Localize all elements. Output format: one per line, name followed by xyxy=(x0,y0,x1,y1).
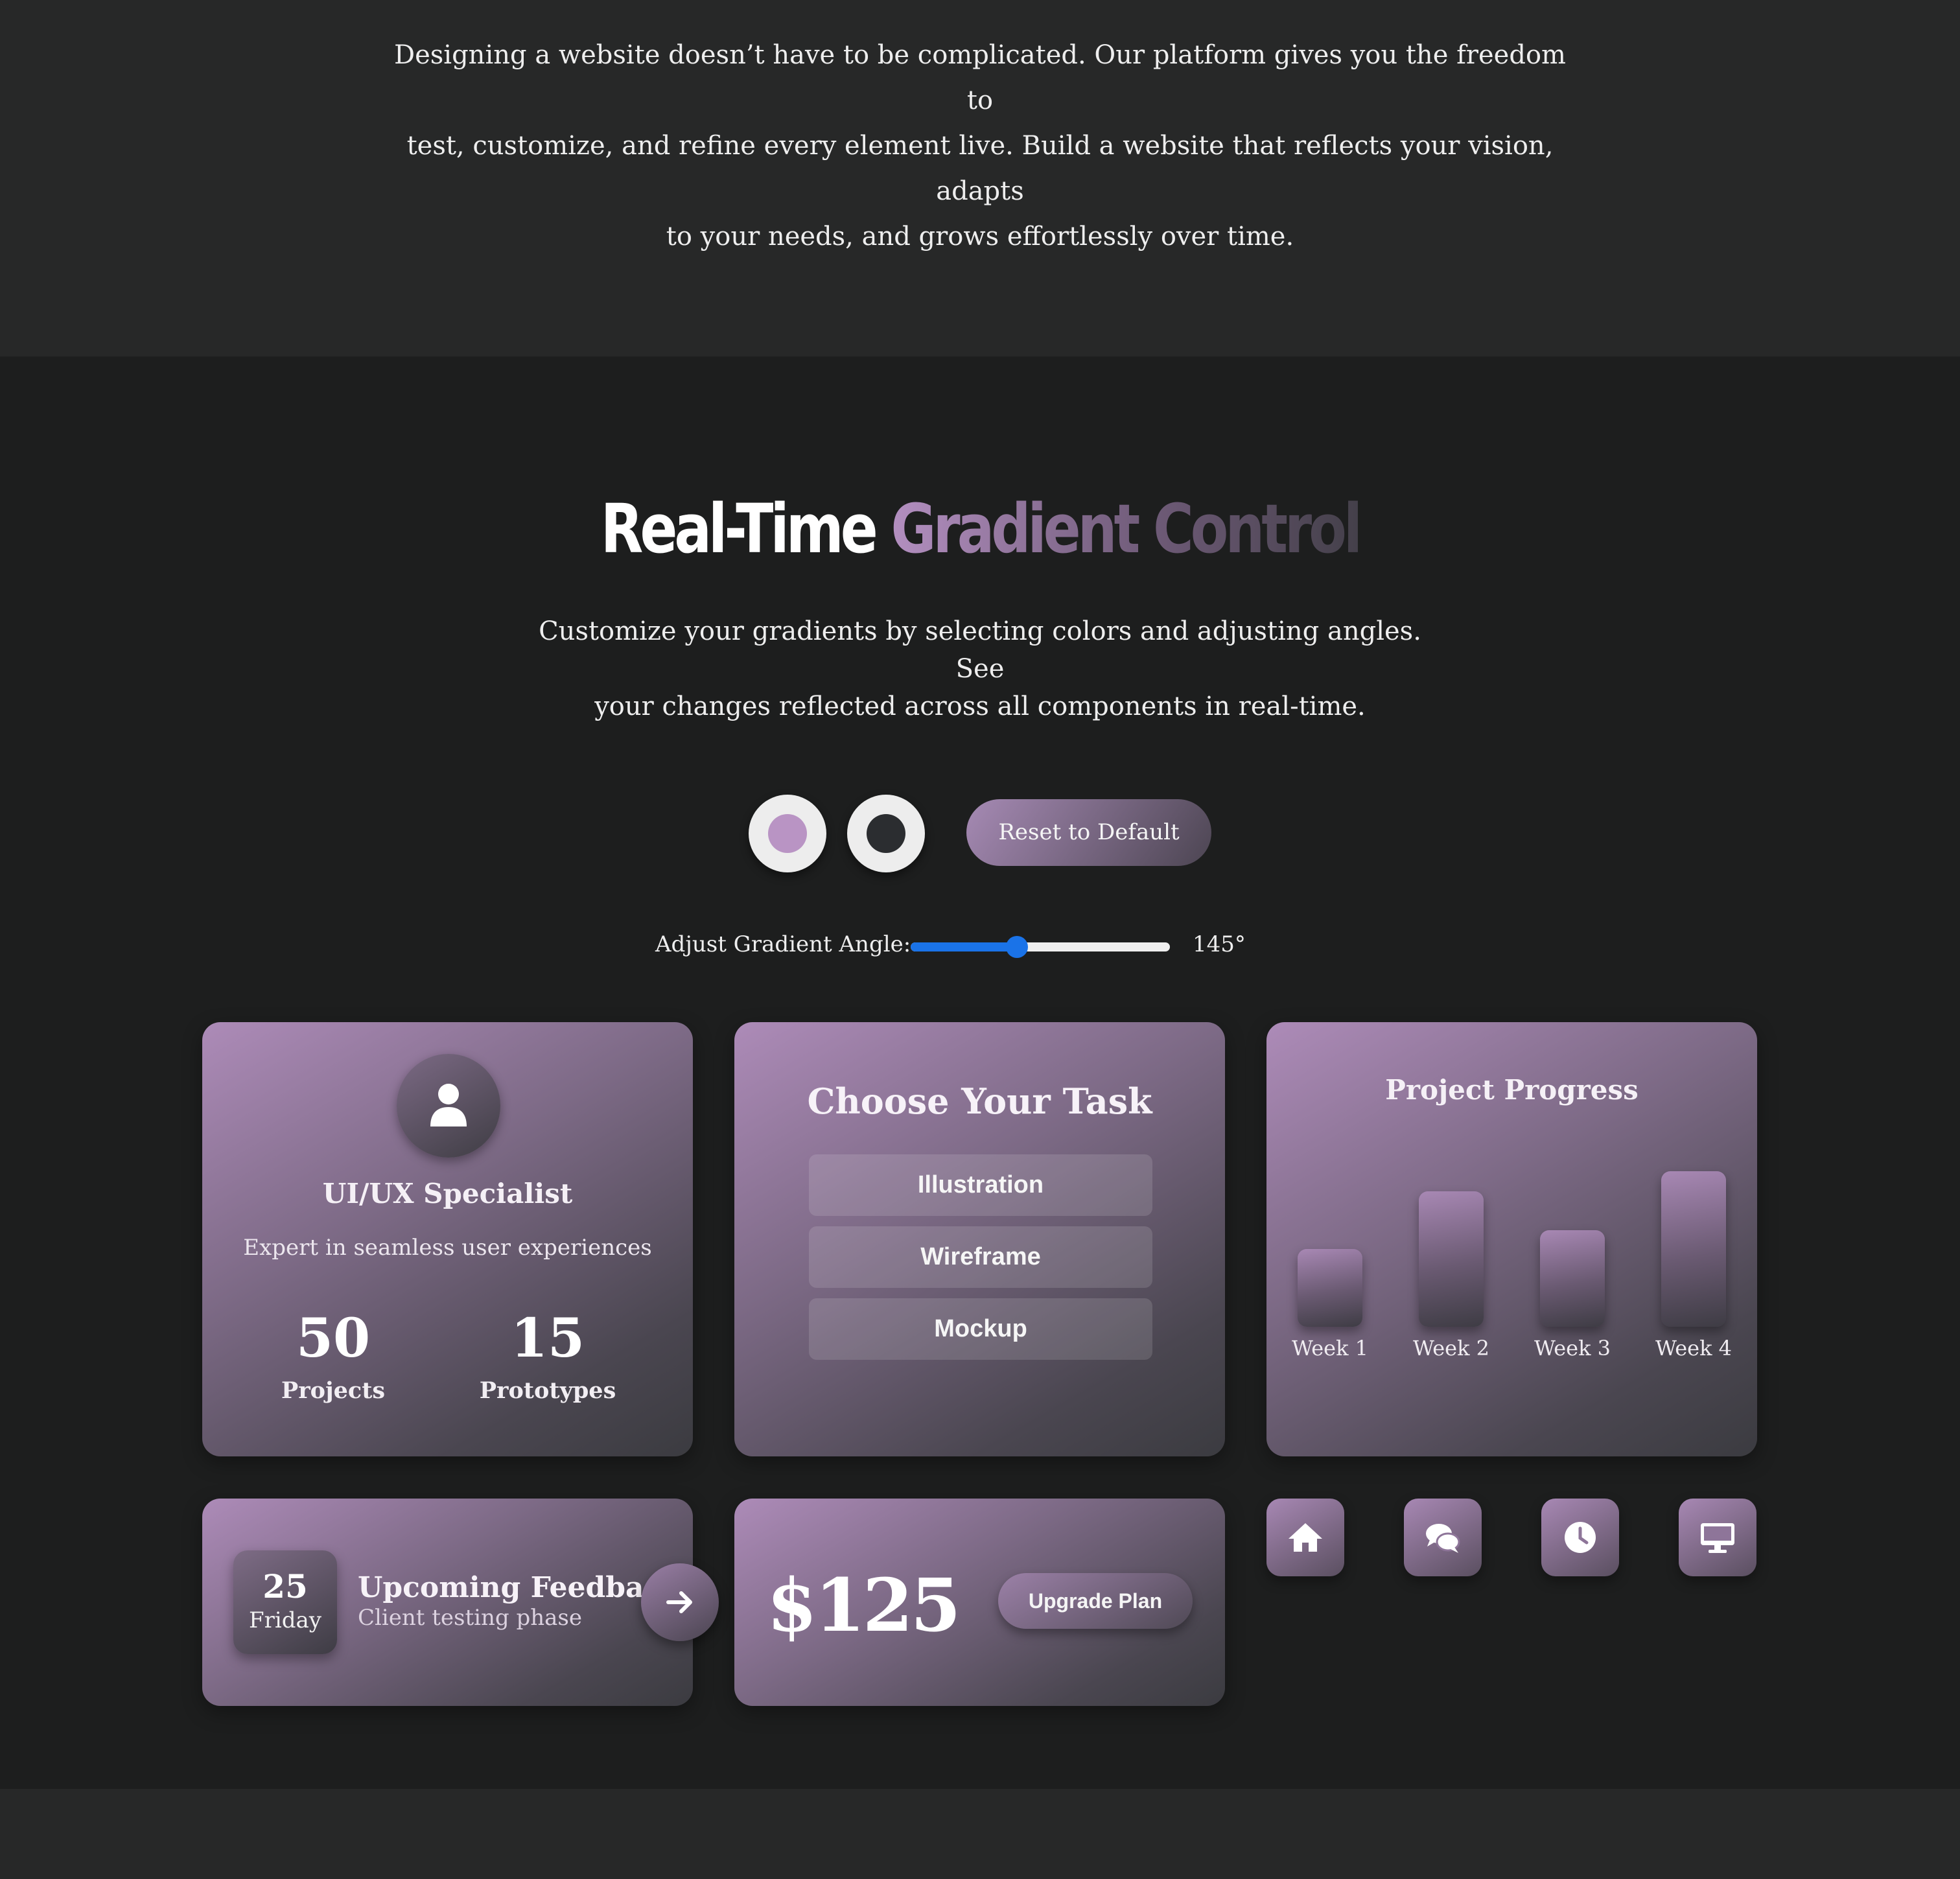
user-icon xyxy=(430,1084,467,1126)
week-3-label: Week 3 xyxy=(1534,1336,1611,1360)
progress-bar-week-1 xyxy=(1298,1249,1362,1327)
profile-role: UI/UX Specialist xyxy=(322,1178,573,1209)
date-day: 25 xyxy=(262,1567,308,1605)
week-1-label: Week 1 xyxy=(1291,1336,1369,1360)
upgrade-plan-button[interactable]: Upgrade Plan xyxy=(998,1573,1193,1629)
slider-thumb[interactable] xyxy=(1006,936,1028,958)
week-2-label: Week 2 xyxy=(1412,1336,1490,1360)
stat-projects-label: Projects xyxy=(281,1377,386,1404)
home-button[interactable] xyxy=(1266,1499,1344,1576)
feedback-title: Upcoming Feedback xyxy=(358,1571,681,1604)
color-picker-1[interactable] xyxy=(749,795,826,872)
stat-projects-value: 50 xyxy=(296,1307,371,1370)
section-title: Real-Time Gradient Control xyxy=(176,489,1784,568)
angle-label: Adjust Gradient Angle: xyxy=(655,931,911,957)
progress-bar-week-2 xyxy=(1419,1191,1484,1327)
intro-line-1: Designing a website doesn’t have to be c… xyxy=(394,40,1566,115)
date-weekday: Friday xyxy=(249,1607,321,1633)
feedback-card: 25 Friday Upcoming Feedback Client testi… xyxy=(202,1499,719,1706)
arrow-right-icon xyxy=(666,1591,692,1613)
footer-band xyxy=(0,1789,1960,1879)
week-4-label: Week 4 xyxy=(1655,1336,1732,1360)
task-option-wireframe[interactable]: Wireframe xyxy=(809,1226,1152,1288)
feedback-subtitle: Client testing phase xyxy=(358,1605,582,1631)
clock-button[interactable] xyxy=(1541,1499,1619,1576)
chat-button[interactable] xyxy=(1404,1499,1482,1576)
task-option-illustration[interactable]: Illustration xyxy=(809,1154,1152,1216)
color-swatch-1 xyxy=(768,814,807,853)
reset-default-button[interactable]: Reset to Default xyxy=(966,799,1211,866)
intro-text: Designing a website doesn’t have to be c… xyxy=(389,32,1571,259)
intro-line-2: test, customize, and refine every elemen… xyxy=(406,131,1554,206)
task-card: Choose Your Task Illustration Wireframe … xyxy=(734,1022,1225,1456)
section-subtitle: Customize your gradients by selecting co… xyxy=(519,613,1441,725)
home-icon xyxy=(1289,1523,1322,1552)
color-picker-2[interactable] xyxy=(847,795,925,872)
avatar xyxy=(397,1054,500,1158)
intro-section: Designing a website doesn’t have to be c… xyxy=(0,0,1960,356)
subtitle-line-2: your changes reflected across all compon… xyxy=(594,692,1366,721)
color-swatch-2 xyxy=(867,814,905,853)
progress-bar-week-4 xyxy=(1661,1171,1726,1327)
price-value: $125 xyxy=(767,1563,961,1648)
chat-icon xyxy=(1426,1524,1460,1553)
title-gradient: Gradient Control xyxy=(891,489,1363,568)
angle-slider[interactable] xyxy=(911,936,1170,958)
feedback-go-button[interactable] xyxy=(641,1563,719,1641)
progress-bar-week-3 xyxy=(1540,1230,1605,1327)
task-card-title: Choose Your Task xyxy=(807,1080,1152,1122)
date-badge: 25 Friday xyxy=(233,1550,337,1654)
stat-prototypes-label: Prototypes xyxy=(479,1377,616,1404)
desktop-icon xyxy=(1701,1523,1734,1553)
pricing-card: $125 Upgrade Plan xyxy=(734,1499,1225,1706)
angle-value: 145° xyxy=(1193,931,1246,957)
task-option-mockup[interactable]: Mockup xyxy=(809,1298,1152,1360)
title-plain: Real-Time xyxy=(600,489,878,568)
intro-line-3: to your needs, and grows effortlessly ov… xyxy=(666,222,1294,251)
subtitle-line-1: Customize your gradients by selecting co… xyxy=(539,616,1421,684)
stat-prototypes-value: 15 xyxy=(510,1307,585,1370)
desktop-button[interactable] xyxy=(1679,1499,1756,1576)
progress-card: Project Progress Week 1 Week 2 Week 3 We… xyxy=(1266,1022,1757,1456)
clock-icon xyxy=(1565,1522,1596,1553)
progress-card-title: Project Progress xyxy=(1385,1074,1639,1106)
slider-fill xyxy=(911,942,1017,951)
profile-tagline: Expert in seamless user experiences xyxy=(243,1235,652,1261)
profile-card: UI/UX Specialist Expert in seamless user… xyxy=(202,1022,693,1456)
